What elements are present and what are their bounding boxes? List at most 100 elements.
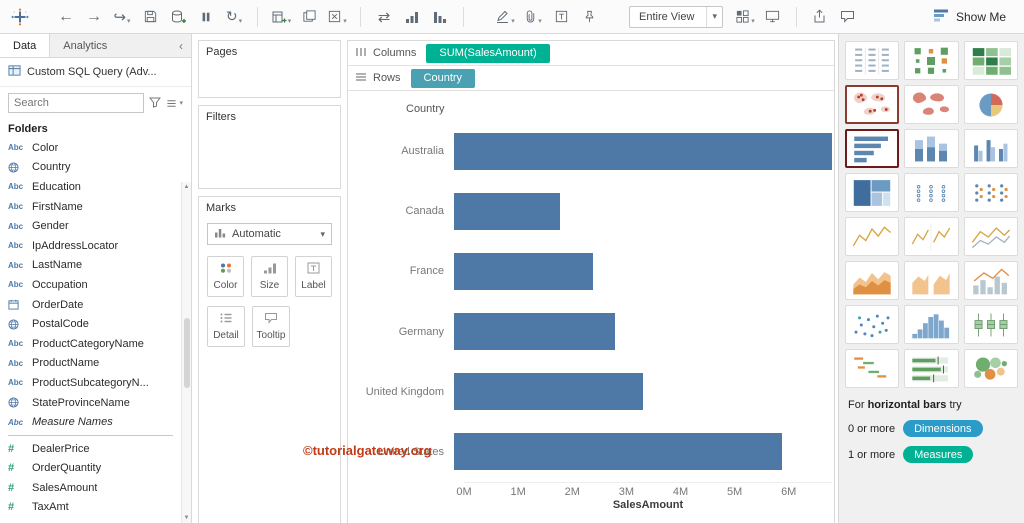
field-item-productcategoryname[interactable]: Abc ProductCategoryName bbox=[0, 334, 181, 354]
clear-sheet-icon[interactable]: ▾ bbox=[325, 5, 349, 29]
fit-selector[interactable]: Entire View ▾ bbox=[629, 5, 723, 28]
field-item-taxamt[interactable]: # TaxAmt bbox=[0, 498, 181, 518]
field-item-lastname[interactable]: Abc LastName bbox=[0, 256, 181, 276]
showme-continuous-area[interactable] bbox=[845, 261, 900, 300]
scroll-up-icon[interactable]: ▲ bbox=[184, 184, 190, 190]
showme-scatter-plot[interactable] bbox=[845, 305, 900, 344]
bar-france[interactable] bbox=[454, 252, 593, 290]
showme-bullet-graph[interactable] bbox=[904, 349, 959, 388]
field-item-ipaddresslocator[interactable]: Abc IpAddressLocator bbox=[0, 236, 181, 256]
chevron-down-icon[interactable]: ▾ bbox=[706, 6, 722, 27]
field-item-dealerprice[interactable]: # DealerPrice bbox=[0, 439, 181, 459]
field-item-orderdate[interactable]: OrderDate bbox=[0, 295, 181, 315]
chart-column-header[interactable]: Country bbox=[356, 93, 832, 121]
detail-button[interactable]: Detail bbox=[207, 306, 245, 347]
category-label[interactable]: Australia bbox=[356, 145, 454, 157]
filter-fields-icon[interactable] bbox=[149, 96, 162, 111]
presentation-icon[interactable] bbox=[761, 5, 785, 29]
highlight-icon[interactable]: ▾ bbox=[493, 5, 517, 29]
search-input[interactable] bbox=[8, 93, 145, 113]
rows-shelf[interactable]: Rows Country bbox=[348, 66, 834, 91]
showme-treemap[interactable] bbox=[845, 173, 900, 212]
category-label[interactable]: Canada bbox=[356, 205, 454, 217]
showme-discrete-lines[interactable] bbox=[904, 217, 959, 256]
text-label-icon[interactable] bbox=[549, 5, 573, 29]
add-data-icon[interactable] bbox=[166, 5, 190, 29]
category-label[interactable]: Germany bbox=[356, 326, 454, 338]
showme-horizontal-bars[interactable] bbox=[845, 129, 900, 168]
datasource-item[interactable]: Custom SQL Query (Adv... bbox=[0, 58, 191, 87]
show-me-button[interactable]: Show Me bbox=[923, 4, 1016, 30]
field-item-productname[interactable]: Abc ProductName bbox=[0, 354, 181, 374]
field-item-firstname[interactable]: Abc FirstName bbox=[0, 197, 181, 217]
field-item-productsubcategoryn-[interactable]: Abc ProductSubcategoryN... bbox=[0, 373, 181, 393]
showme-box-and-whisker[interactable] bbox=[963, 305, 1018, 344]
forward-arrow-icon[interactable]: → bbox=[82, 5, 106, 29]
field-item-color[interactable]: Abc Color bbox=[0, 138, 181, 158]
pin-icon[interactable] bbox=[577, 5, 601, 29]
tooltip-button[interactable]: Tooltip bbox=[252, 306, 290, 347]
search-field[interactable] bbox=[14, 97, 139, 109]
showme-dual-combination[interactable] bbox=[963, 261, 1018, 300]
refresh-icon[interactable]: ↻ ▾ bbox=[222, 5, 246, 29]
swap-axes-icon[interactable]: ⇄ bbox=[372, 5, 396, 29]
field-item-occupation[interactable]: Abc Occupation bbox=[0, 275, 181, 295]
chevron-down-icon[interactable]: ▾ bbox=[320, 229, 325, 240]
field-item-country[interactable]: Country bbox=[0, 158, 181, 178]
paperclip-icon[interactable]: ▾ bbox=[521, 5, 545, 29]
showme-stacked-bars[interactable] bbox=[904, 129, 959, 168]
share-icon[interactable] bbox=[808, 5, 832, 29]
showme-circle-views[interactable] bbox=[904, 173, 959, 212]
showme-dual-lines[interactable] bbox=[963, 217, 1018, 256]
mark-type-dropdown[interactable]: Automatic ▾ bbox=[207, 223, 332, 245]
showme-histogram[interactable] bbox=[904, 305, 959, 344]
bar-germany[interactable] bbox=[454, 313, 616, 351]
field-item-stateprovincename[interactable]: StateProvinceName bbox=[0, 393, 181, 413]
show-cards-icon[interactable]: ▾ bbox=[733, 5, 757, 29]
pages-shelf[interactable]: Pages bbox=[198, 40, 341, 98]
tab-analytics[interactable]: Analytics bbox=[50, 34, 120, 57]
field-item-measure-names[interactable]: Abc Measure Names bbox=[0, 412, 181, 432]
columns-pill[interactable]: SUM(SalesAmount) bbox=[426, 43, 550, 63]
sort-ascending-icon[interactable] bbox=[400, 5, 424, 29]
comment-icon[interactable] bbox=[836, 5, 860, 29]
field-item-orderquantity[interactable]: # OrderQuantity bbox=[0, 459, 181, 479]
showme-symbol-map[interactable] bbox=[845, 85, 900, 124]
showme-packed-bubbles[interactable] bbox=[963, 349, 1018, 388]
columns-shelf[interactable]: Columns SUM(SalesAmount) bbox=[348, 41, 834, 66]
showme-gantt[interactable] bbox=[845, 349, 900, 388]
pause-updates-icon[interactable] bbox=[194, 5, 218, 29]
field-item-gender[interactable]: Abc Gender bbox=[0, 216, 181, 236]
label-button[interactable]: Label bbox=[295, 256, 332, 297]
duplicate-sheet-icon[interactable] bbox=[297, 5, 321, 29]
field-item-education[interactable]: Abc Education bbox=[0, 177, 181, 197]
new-worksheet-icon[interactable]: ▾ bbox=[269, 5, 293, 29]
category-label[interactable]: France bbox=[356, 265, 454, 277]
tab-data[interactable]: Data bbox=[0, 34, 51, 57]
bar-canada[interactable] bbox=[454, 192, 560, 230]
sort-descending-icon[interactable] bbox=[428, 5, 452, 29]
showme-pie-chart[interactable] bbox=[963, 85, 1018, 124]
filters-shelf[interactable]: Filters bbox=[198, 105, 341, 189]
bar-united-kingdom[interactable] bbox=[454, 373, 643, 411]
showme-side-by-side-circles[interactable] bbox=[963, 173, 1018, 212]
showme-discrete-area[interactable] bbox=[904, 261, 959, 300]
scroll-thumb[interactable] bbox=[183, 317, 190, 388]
rows-pill[interactable]: Country bbox=[410, 68, 476, 88]
scrollbar-vertical[interactable]: ▲ ▼ bbox=[181, 182, 191, 523]
showme-continuous-lines[interactable] bbox=[845, 217, 900, 256]
field-item-salesamount[interactable]: # SalesAmount bbox=[0, 478, 181, 498]
showme-heat-map[interactable] bbox=[904, 41, 959, 80]
category-label[interactable]: United Kingdom bbox=[356, 386, 454, 398]
showme-filled-map[interactable] bbox=[904, 85, 959, 124]
showme-text-table[interactable] bbox=[845, 41, 900, 80]
save-icon[interactable] bbox=[138, 5, 162, 29]
showme-side-by-side-bars[interactable] bbox=[963, 129, 1018, 168]
collapse-panel-icon[interactable]: ‹ bbox=[171, 34, 191, 57]
size-button[interactable]: Size bbox=[251, 256, 288, 297]
showme-highlight-table[interactable] bbox=[963, 41, 1018, 80]
scroll-down-icon[interactable]: ▼ bbox=[184, 515, 190, 521]
bar-united-states[interactable] bbox=[454, 433, 782, 471]
back-arrow-icon[interactable]: ← bbox=[54, 5, 78, 29]
field-item-postalcode[interactable]: PostalCode bbox=[0, 314, 181, 334]
